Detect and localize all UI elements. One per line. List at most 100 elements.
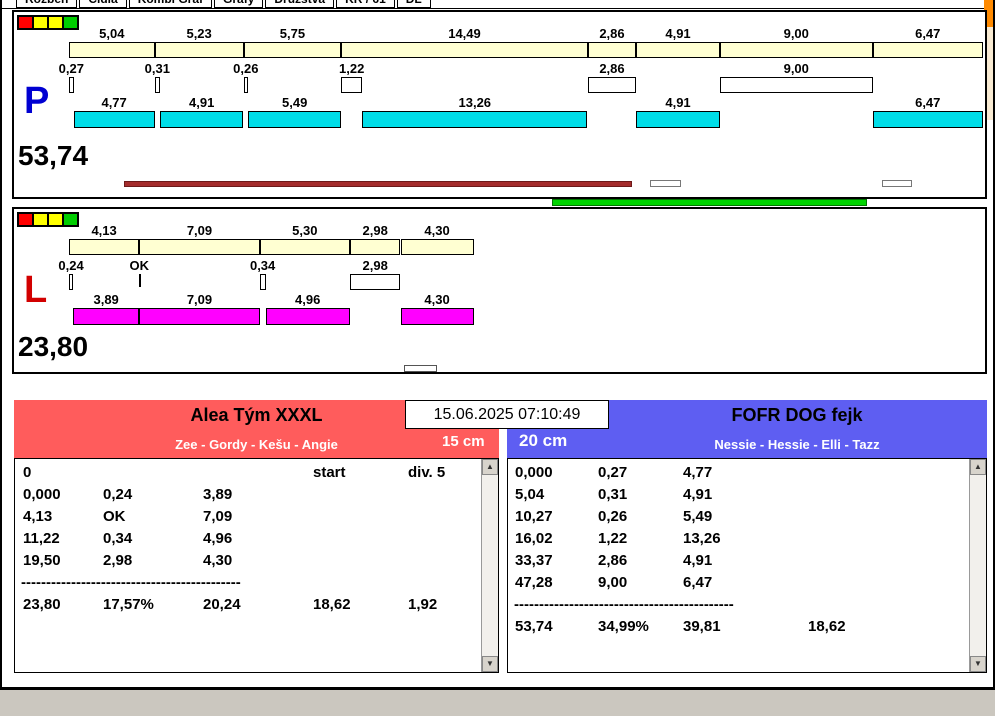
table-cell: 2,98 (103, 552, 133, 569)
tab-kr-61[interactable]: KR / 61 (336, 0, 395, 8)
left-table-scrollbar[interactable]: ▲ ▼ (481, 459, 498, 672)
run-label: 5,49 (282, 95, 308, 110)
table-cell: start (313, 464, 346, 481)
status-square (33, 16, 48, 29)
table-cell: 17,57% (103, 596, 154, 613)
table-cell: 4,13 (23, 508, 53, 525)
segment-label: 5,30 (292, 223, 318, 238)
segment-label: 5,75 (279, 26, 306, 41)
run-label: 4,30 (424, 292, 450, 307)
run-label: 4,91 (665, 95, 691, 110)
table-cell: 16,02 (515, 530, 553, 547)
tab-dl[interactable]: DL (396, 0, 431, 8)
progress-bar-green (552, 199, 867, 206)
run-bar (248, 111, 342, 128)
table-cell: 7,09 (203, 508, 233, 525)
scroll-up-icon[interactable]: ▲ (482, 459, 498, 475)
segment-label: 14,49 (448, 26, 481, 41)
table-cell: 5,04 (515, 486, 545, 503)
segment-box (719, 42, 873, 58)
left-table-body: 0 start div. 5 0,000 0,24 3,89 4,13 OK 7,09 11,22… (15, 464, 480, 670)
team-right-dogs: Nessie - Hessie - Elli - Tazz (714, 437, 880, 452)
segment-box (154, 42, 244, 58)
table-cell: 0,24 (103, 486, 133, 503)
table-cell: 34,99% (598, 618, 649, 635)
app-window: RozběhČidlaKombi GrafGrafyDružstvaKR / 6… (0, 0, 995, 690)
right-table-body: 0,000 0,27 4,77 5,04 0,31 4,91 10,27 0,26 5,49 16… (508, 464, 968, 670)
table-row: 11,22 0,34 4,96 (15, 530, 480, 552)
run-bar (265, 308, 350, 325)
table-row: 33,37 2,86 4,91 (508, 552, 968, 574)
offset-box (349, 274, 401, 290)
table-cell: 47,28 (515, 574, 553, 591)
table-row: 0,000 0,27 4,77 (508, 464, 968, 486)
run-bar (139, 308, 260, 325)
offset-box (587, 77, 637, 93)
table-cell: 4,77 (683, 464, 713, 481)
team-left-height: 15 cm (442, 433, 485, 450)
run-label: 13,26 (458, 95, 492, 110)
table-cell: 23,80 (23, 596, 61, 613)
table-cell: 53,74 (515, 618, 553, 635)
tab-strip: RozběhČidlaKombi GrafGrafyDružstvaKR / 6… (2, 0, 993, 9)
offset-label: 9,00 (783, 61, 809, 76)
status-squares (17, 212, 79, 227)
segment-label: 9,00 (783, 26, 809, 41)
tab-kombi-graf[interactable]: Kombi Graf (128, 0, 213, 8)
segment-label: 4,91 (665, 26, 691, 41)
table-cell: 2,86 (598, 552, 628, 569)
table-cell: 0,27 (598, 464, 628, 481)
table-cell: 0,000 (515, 464, 553, 481)
tab--idla[interactable]: Čidla (79, 0, 127, 8)
table-cell: 4,91 (683, 486, 713, 503)
tab-rozb-h[interactable]: Rozběh (16, 0, 78, 8)
offset-label: OK (129, 258, 149, 273)
table-row: 4,13 OK 7,09 (15, 508, 480, 530)
table-cell: OK (103, 508, 126, 525)
tabs-row: RozběhČidlaKombi GrafGrafyDružstvaKR / 6… (2, 0, 993, 8)
team-panel-right: FOFR DOG fejk Nessie - Hessie - Elli - T… (507, 400, 987, 673)
table-cell: div. 5 (408, 464, 446, 481)
table-cell: 3,89 (203, 486, 233, 503)
run-label: 6,47 (915, 95, 941, 110)
scroll-down-icon[interactable]: ▼ (482, 656, 498, 672)
segment-label: 4,30 (424, 223, 450, 238)
right-table-scrollbar[interactable]: ▲ ▼ (969, 459, 986, 672)
table-separator: ----------------------------------------… (514, 596, 734, 613)
run-bar (159, 111, 244, 128)
tab-grafy[interactable]: Grafy (214, 0, 264, 8)
table-cell: 33,37 (515, 552, 553, 569)
segment-box (69, 239, 140, 255)
table-cell: 10,27 (515, 508, 553, 525)
table-separator: ----------------------------------------… (21, 574, 241, 591)
segment-label: 6,47 (915, 26, 941, 41)
run-bar (73, 308, 140, 325)
run-label: 3,89 (93, 292, 119, 307)
status-square (48, 213, 63, 226)
lane-panel-l: L 23,80 4,13 7,09 5,30 2,98 4,30 0,24 OK 0,34 2,… (12, 207, 987, 374)
scroll-up-icon[interactable]: ▲ (970, 459, 986, 475)
timestamp: 15.06.2025 07:10:49 (405, 400, 609, 429)
segment-label: 2,98 (362, 223, 388, 238)
table-cell: 11,22 (23, 530, 60, 547)
marker-box (882, 180, 912, 187)
table-cell: 0 (23, 464, 32, 481)
run-label: 4,96 (295, 292, 321, 307)
status-square (33, 213, 48, 226)
scroll-down-icon[interactable]: ▼ (970, 656, 986, 672)
table-row: 10,27 0,26 5,49 (508, 508, 968, 530)
table-cell: 4,30 (203, 552, 233, 569)
offset-box (341, 77, 363, 93)
table-row: 47,28 9,00 6,47 (508, 574, 968, 596)
table-cell: 13,26 (683, 530, 721, 547)
team-left-table: 0 start div. 5 0,000 0,24 3,89 4,13 OK 7,09 11,22… (14, 458, 499, 673)
tab-dru-stva[interactable]: Družstva (265, 0, 335, 8)
segment-label: 5,04 (99, 26, 125, 41)
table-row: 5,04 0,31 4,91 (508, 486, 968, 508)
run-label: 7,09 (186, 292, 213, 307)
table-cell: 0,26 (598, 508, 628, 525)
table-row: 19,50 2,98 4,30 (15, 552, 480, 574)
table-cell: 4,96 (203, 530, 233, 547)
progress-bar-red (124, 181, 632, 187)
segment-box (69, 42, 155, 58)
